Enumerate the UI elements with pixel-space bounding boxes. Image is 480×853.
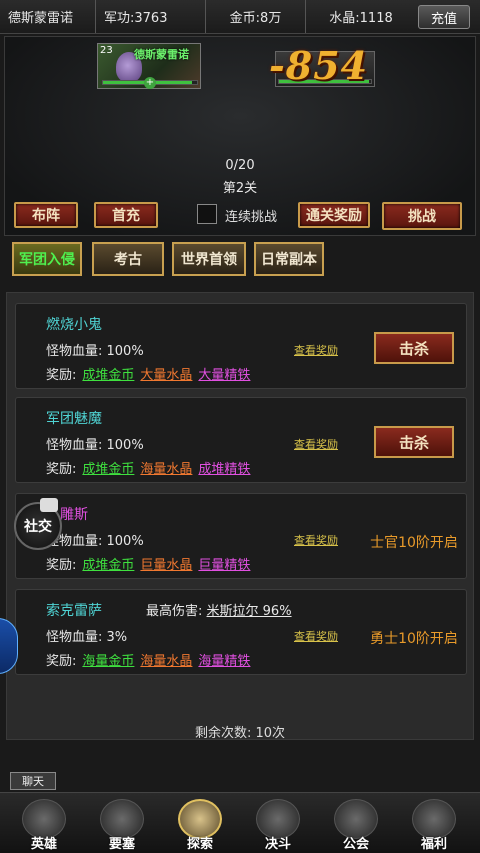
tab-archaeology[interactable]: 考古 bbox=[92, 242, 164, 276]
chat-bubble-icon bbox=[40, 498, 58, 512]
reward-row: 奖励: 成堆金币 海量水晶 成堆精铁 bbox=[46, 458, 250, 477]
view-reward-link[interactable]: 查看奖励 bbox=[294, 342, 338, 358]
view-reward-link[interactable]: 查看奖励 bbox=[294, 436, 338, 452]
stage-label: 第2关 bbox=[222, 181, 258, 196]
monster-item: 燃烧小鬼 怪物血量: 100% 奖励: 成堆金币 大量水晶 大量精铁 查看奖励 … bbox=[15, 303, 467, 389]
monster-name: 索克雷萨 bbox=[46, 603, 102, 619]
reward-label: 奖励: bbox=[46, 368, 77, 383]
view-reward-link[interactable]: 查看奖励 bbox=[294, 628, 338, 644]
formation-button[interactable]: 布阵 bbox=[14, 202, 78, 228]
battle-progress: 0/20 bbox=[225, 158, 255, 173]
monster-name: 燃烧小鬼 bbox=[46, 317, 102, 333]
reward-gold[interactable]: 成堆金币 bbox=[82, 554, 134, 573]
merit-counter: 军功:3763 bbox=[96, 0, 206, 33]
max-damage: 最高伤害: 米斯拉尔 96% bbox=[146, 600, 292, 619]
chat-button[interactable]: 聊天 bbox=[10, 772, 56, 790]
reward-gold[interactable]: 成堆金币 bbox=[82, 364, 134, 383]
unlock-requirement: 士官10阶开启 bbox=[370, 535, 458, 551]
top-status-bar: 德斯蒙雷诺 军功:3763 金币:8万 水晶:1118 bbox=[0, 0, 480, 34]
nav-label: 福利 bbox=[420, 837, 447, 852]
nav-label: 公会 bbox=[342, 837, 369, 852]
tab-daily-dungeon[interactable]: 日常副本 bbox=[254, 242, 324, 276]
nav-label: 探索 bbox=[186, 837, 213, 852]
auto-challenge-checkbox[interactable] bbox=[197, 204, 217, 224]
nav-guild[interactable]: 公会 bbox=[326, 799, 386, 853]
monster-list-panel: 燃烧小鬼 怪物血量: 100% 奖励: 成堆金币 大量水晶 大量精铁 查看奖励 … bbox=[6, 292, 474, 740]
reward-crystal[interactable]: 巨量水晶 bbox=[140, 554, 192, 573]
remaining-attempts: 剩余次数: 10次 bbox=[194, 726, 286, 741]
nav-fortress[interactable]: 要塞 bbox=[92, 799, 152, 853]
heal-plus-icon: + bbox=[144, 77, 156, 89]
recharge-button[interactable]: 充值 bbox=[418, 5, 470, 29]
nav-duel[interactable]: 决斗 bbox=[248, 799, 308, 853]
max-damage-value[interactable]: 米斯拉尔 96% bbox=[207, 604, 292, 619]
nav-heroes[interactable]: 英雄 bbox=[14, 799, 74, 853]
reward-label: 奖励: bbox=[46, 654, 77, 669]
reward-gold[interactable]: 海量金币 bbox=[82, 650, 134, 669]
challenge-button[interactable]: 挑战 bbox=[382, 202, 462, 230]
reward-crystal[interactable]: 海量水晶 bbox=[140, 650, 192, 669]
reward-row: 奖励: 成堆金币 大量水晶 大量精铁 bbox=[46, 364, 250, 383]
monster-item: 索克雷萨 最高伤害: 米斯拉尔 96% 怪物血量: 3% 奖励: 海量金币 海量… bbox=[15, 589, 467, 675]
reward-crystal[interactable]: 海量水晶 bbox=[140, 458, 192, 477]
reward-label: 奖励: bbox=[46, 558, 77, 573]
player-name: 德斯蒙雷诺 bbox=[0, 0, 96, 33]
nav-label: 决斗 bbox=[264, 837, 291, 852]
nav-label: 要塞 bbox=[108, 837, 135, 852]
hero-name: 德斯蒙雷诺 bbox=[134, 48, 189, 61]
monster-hp: 怪物血量: 100% bbox=[46, 438, 144, 453]
damage-number: -854 bbox=[269, 43, 369, 88]
view-reward-link[interactable]: 查看奖励 bbox=[294, 532, 338, 548]
hero-card[interactable]: 23 德斯蒙雷诺 + bbox=[97, 43, 201, 89]
bottom-nav: 英雄 要塞 探索 决斗 公会 福利 bbox=[0, 792, 480, 853]
clear-reward-button[interactable]: 通关奖励 bbox=[298, 202, 370, 228]
kill-button[interactable]: 击杀 bbox=[374, 332, 454, 364]
reward-row: 奖励: 海量金币 海量水晶 海量精铁 bbox=[46, 650, 250, 669]
unlock-requirement: 勇士10阶开启 bbox=[370, 631, 458, 647]
first-recharge-button[interactable]: 首充 bbox=[94, 202, 158, 228]
reward-iron[interactable]: 海量精铁 bbox=[198, 650, 250, 669]
tab-world-boss[interactable]: 世界首领 bbox=[172, 242, 246, 276]
monster-hp: 怪物血量: 100% bbox=[46, 344, 144, 359]
reward-iron[interactable]: 大量精铁 bbox=[198, 364, 250, 383]
reward-crystal[interactable]: 大量水晶 bbox=[140, 364, 192, 383]
monster-name: 军团魅魔 bbox=[46, 411, 102, 427]
reward-label: 奖励: bbox=[46, 462, 77, 477]
monster-item: …雕斯 怪物血量: 100% 奖励: 成堆金币 巨量水晶 巨量精铁 查看奖励 士… bbox=[15, 493, 467, 579]
nav-explore[interactable]: 探索 bbox=[170, 799, 230, 853]
gold-counter: 金币:8万 bbox=[206, 0, 306, 33]
kill-button[interactable]: 击杀 bbox=[374, 426, 454, 458]
crystal-counter: 水晶:1118 bbox=[329, 11, 393, 26]
tab-legion-invasion[interactable]: 军团入侵 bbox=[12, 242, 82, 276]
monster-hp: 怪物血量: 3% bbox=[46, 630, 128, 645]
social-label: 社交 bbox=[24, 519, 52, 535]
hero-level: 23 bbox=[100, 45, 113, 56]
reward-iron[interactable]: 成堆精铁 bbox=[198, 458, 250, 477]
nav-welfare[interactable]: 福利 bbox=[404, 799, 464, 853]
auto-challenge-label: 连续挑战 bbox=[225, 210, 278, 225]
reward-gold[interactable]: 成堆金币 bbox=[82, 458, 134, 477]
reward-row: 奖励: 成堆金币 巨量水晶 巨量精铁 bbox=[46, 554, 250, 573]
nav-label: 英雄 bbox=[30, 837, 57, 852]
reward-iron[interactable]: 巨量精铁 bbox=[198, 554, 250, 573]
max-damage-label: 最高伤害: bbox=[146, 604, 203, 619]
monster-item: 军团魅魔 怪物血量: 100% 奖励: 成堆金币 海量水晶 成堆精铁 查看奖励 … bbox=[15, 397, 467, 483]
